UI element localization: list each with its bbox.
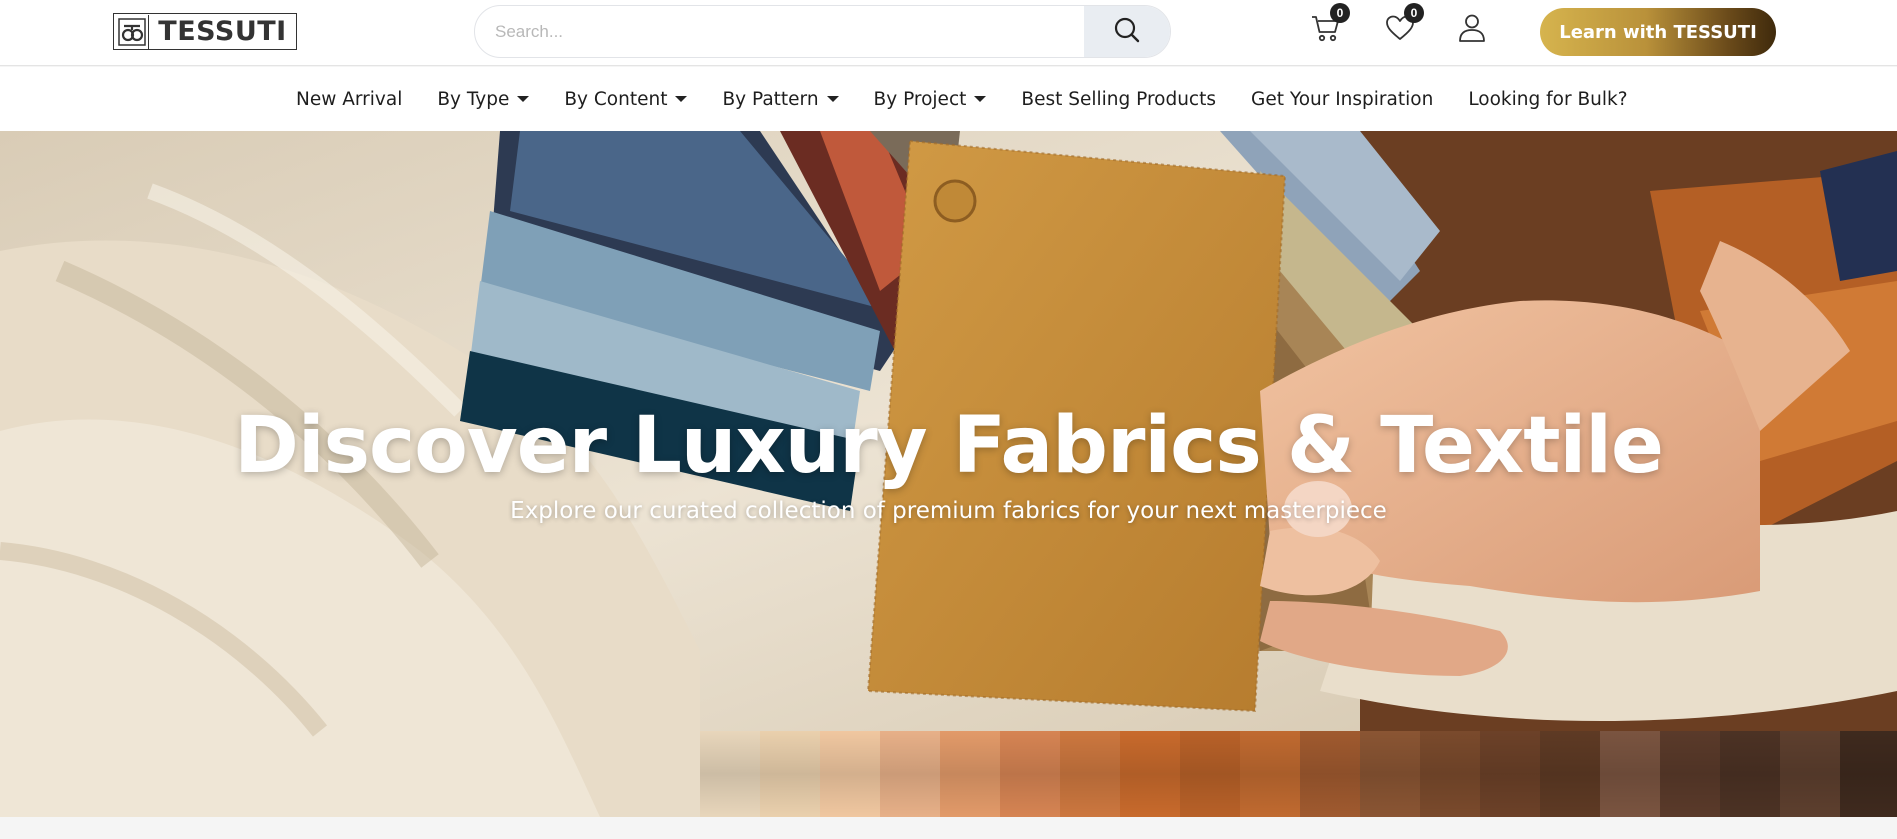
- hero-banner: Discover Luxury Fabrics & Textile Explor…: [0, 131, 1897, 817]
- nav-item-inspiration[interactable]: Get Your Inspiration: [1251, 89, 1433, 110]
- logo-mark-icon: [115, 14, 149, 49]
- wishlist-button[interactable]: 0: [1380, 3, 1424, 50]
- hero-title: Discover Luxury Fabrics & Textile: [234, 401, 1664, 491]
- main-nav: New Arrival By Type By Content By Patter…: [0, 67, 1897, 131]
- nav-item-bulk[interactable]: Looking for Bulk?: [1468, 89, 1627, 110]
- nav-item-by-type[interactable]: By Type: [437, 89, 530, 110]
- search-bar: [474, 5, 1171, 58]
- nav-item-by-project[interactable]: By Project: [874, 89, 987, 110]
- page-bottom-area: [0, 817, 1897, 839]
- logo[interactable]: TESSUTI: [113, 13, 297, 50]
- nav-item-by-pattern[interactable]: By Pattern: [722, 89, 839, 110]
- nav-list: New Arrival By Type By Content By Patter…: [296, 67, 1663, 131]
- search-input[interactable]: [475, 6, 1085, 57]
- user-icon: [1456, 12, 1488, 48]
- account-button[interactable]: [1452, 10, 1492, 50]
- caret-down-icon: [826, 96, 839, 102]
- search-icon: [1113, 16, 1141, 47]
- cart-button[interactable]: 0: [1306, 3, 1350, 50]
- logo-text: TESSUTI: [158, 16, 287, 47]
- hero-subtitle: Explore our curated collection of premiu…: [510, 498, 1387, 524]
- caret-down-icon: [517, 96, 530, 102]
- caret-down-icon: [675, 96, 688, 102]
- cart-count-badge: 0: [1330, 3, 1350, 23]
- caret-down-icon: [974, 96, 987, 102]
- learn-with-tessuti-button[interactable]: Learn with TESSUTI: [1540, 8, 1776, 56]
- nav-item-new-arrival[interactable]: New Arrival: [296, 89, 402, 110]
- wishlist-count-badge: 0: [1404, 3, 1424, 23]
- top-header: TESSUTI 0 0: [0, 0, 1897, 66]
- search-button[interactable]: [1084, 6, 1170, 57]
- color-strips: [700, 731, 1897, 817]
- nav-item-by-content[interactable]: By Content: [564, 89, 688, 110]
- nav-item-best-selling[interactable]: Best Selling Products: [1021, 89, 1216, 110]
